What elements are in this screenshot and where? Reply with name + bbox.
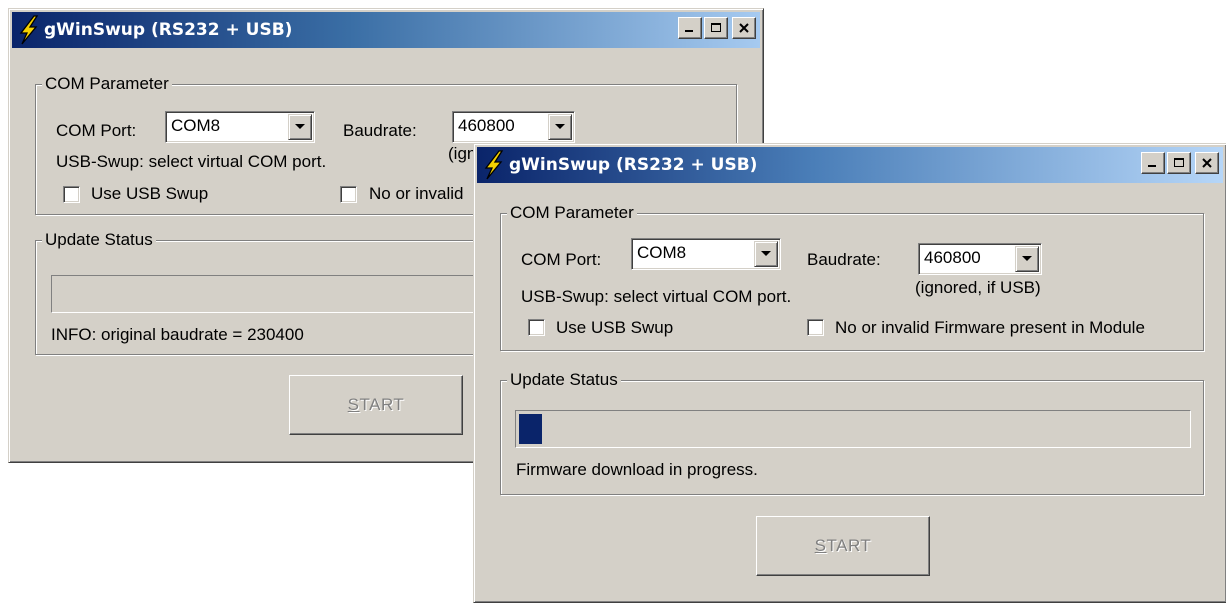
chevron-down-icon	[295, 124, 305, 129]
baudrate-dropdown-button[interactable]	[1015, 246, 1039, 272]
com-port-select[interactable]: COM8	[631, 238, 781, 270]
group-legend: Update Status	[42, 230, 156, 250]
maximize-button[interactable]	[1167, 152, 1191, 174]
progress-fill	[519, 414, 542, 444]
com-port-label: COM Port:	[56, 121, 137, 140]
no-firmware-label[interactable]: No or invalid Firmware present in Module	[835, 318, 1145, 338]
status-info: INFO: original baudrate = 230400	[51, 325, 304, 344]
maximize-icon	[711, 23, 721, 32]
baudrate-dropdown-button[interactable]	[548, 114, 572, 140]
minimize-button[interactable]	[678, 17, 702, 39]
lightning-bolt-icon	[19, 15, 39, 45]
close-icon	[1202, 158, 1212, 168]
start-button[interactable]: START	[289, 375, 463, 435]
chevron-down-icon	[555, 124, 565, 129]
maximize-icon	[1174, 158, 1184, 167]
chevron-down-icon	[1022, 256, 1032, 261]
baudrate-label: Baudrate:	[343, 121, 417, 140]
baudrate-value: 460800	[924, 248, 981, 267]
chevron-down-icon	[761, 251, 771, 256]
com-port-label: COM Port:	[521, 250, 602, 269]
no-firmware-checkbox[interactable]	[807, 319, 824, 336]
usb-hint: USB-Swup: select virtual COM port.	[56, 152, 327, 171]
minimize-button[interactable]	[1141, 152, 1165, 174]
start-button[interactable]: START	[756, 516, 930, 576]
use-usb-label[interactable]: Use USB Swup	[556, 318, 673, 338]
update-status-group: Update Status Firmware download in progr…	[500, 370, 1204, 495]
com-port-dropdown-button[interactable]	[288, 114, 312, 140]
close-button[interactable]	[1195, 152, 1219, 174]
usb-hint: USB-Swup: select virtual COM port.	[521, 287, 792, 306]
use-usb-checkbox[interactable]	[63, 186, 80, 203]
start-button-label: START	[814, 536, 872, 555]
title-bar[interactable]: gWinSwup (RS232 + USB)	[477, 147, 1223, 183]
no-firmware-label[interactable]: No or invalid	[369, 184, 464, 204]
lightning-bolt-icon	[484, 150, 504, 180]
baudrate-note: (ignored, if USB)	[915, 278, 1041, 297]
progress-bar	[515, 410, 1191, 448]
com-port-value: COM8	[637, 243, 687, 262]
baudrate-select[interactable]: 460800	[452, 111, 575, 143]
group-legend: Update Status	[507, 370, 621, 390]
start-button-label: START	[347, 395, 405, 414]
use-usb-label[interactable]: Use USB Swup	[91, 184, 208, 204]
close-button[interactable]	[732, 17, 756, 39]
minimize-icon	[685, 30, 693, 32]
window-title: gWinSwup (RS232 + USB)	[44, 20, 293, 40]
baudrate-label: Baudrate:	[807, 250, 881, 269]
baudrate-select[interactable]: 460800	[918, 243, 1042, 275]
no-firmware-checkbox[interactable]	[340, 186, 357, 203]
com-port-value: COM8	[171, 116, 221, 135]
front-window[interactable]: gWinSwup (RS232 + USB) COM Parameter COM…	[473, 143, 1226, 603]
minimize-icon	[1148, 165, 1156, 167]
close-icon	[739, 23, 749, 33]
window-title: gWinSwup (RS232 + USB)	[509, 155, 758, 175]
maximize-button[interactable]	[704, 17, 728, 39]
title-bar[interactable]: gWinSwup (RS232 + USB)	[12, 12, 760, 48]
status-info: Firmware download in progress.	[516, 460, 758, 479]
group-legend: COM Parameter	[507, 203, 637, 223]
baudrate-value: 460800	[458, 116, 515, 135]
com-parameter-group: COM Parameter COM Port: COM8 Baudrate: 4…	[500, 203, 1204, 351]
use-usb-checkbox[interactable]	[528, 319, 545, 336]
com-port-dropdown-button[interactable]	[754, 241, 778, 267]
com-port-select[interactable]: COM8	[165, 111, 315, 143]
group-legend: COM Parameter	[42, 74, 172, 94]
